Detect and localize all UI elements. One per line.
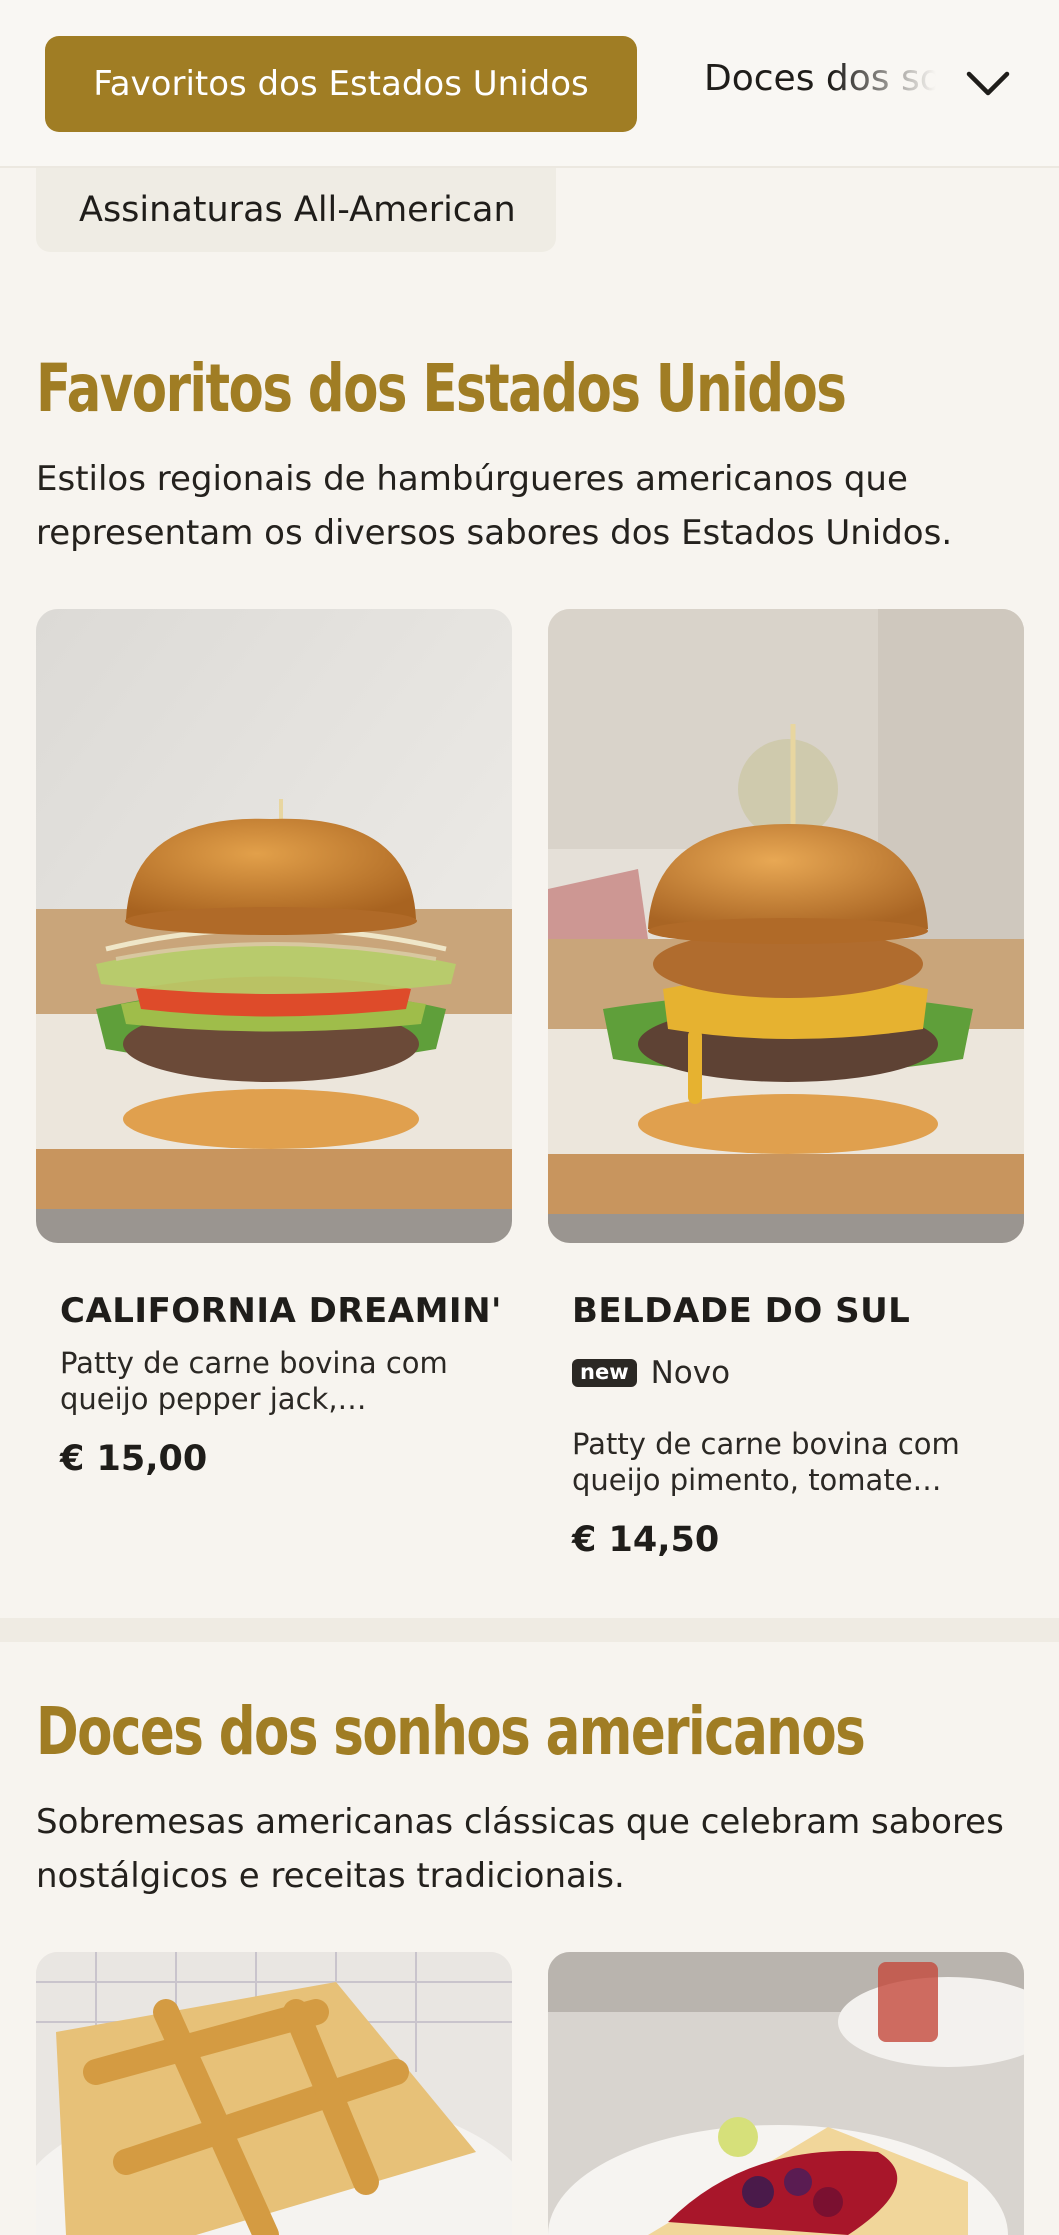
product-name: BELDADE DO SUL [572,1291,911,1331]
product-image [548,1952,1024,2235]
category-tab-second[interactable]: Assinaturas All-American [36,168,556,252]
section-title: Favoritos dos Estados Unidos [36,350,847,427]
new-badge: new [572,1359,637,1387]
section-description: Estilos regionais de hambúrgueres americ… [36,459,953,553]
product-card-beldade-do-sul[interactable]: BELDADE DO SUL new Novo Patty de carne b… [548,609,1024,1589]
product-image [36,1952,512,2235]
product-card-california-dreamin[interactable]: CALIFORNIA DREAMIN' Patty de carne bovin… [36,609,512,1509]
new-badge-row: new Novo [572,1355,730,1391]
category-nav: Favoritos dos Estados Unidos Doces dos s… [0,0,1059,168]
section-divider [0,1618,1059,1642]
product-description: Patty de carne bovina com queijo pepper … [60,1346,448,1416]
product-name: CALIFORNIA DREAMIN' [60,1291,502,1331]
section-description: Sobremesas americanas clássicas que cele… [36,1802,1004,1896]
menu-page: Favoritos dos Estados Unidos Doces dos s… [0,0,1059,2235]
section-title: Doces dos sonhos americanos [36,1693,866,1770]
new-badge-label: Novo [650,1355,731,1391]
product-image [36,609,512,1243]
product-price: € 14,50 [572,1520,720,1560]
product-price: € 15,00 [60,1439,208,1479]
product-card-dessert[interactable] [548,1952,1024,2235]
category-tab-active[interactable]: Favoritos dos Estados Unidos [45,36,637,132]
product-image [548,609,1024,1243]
product-description: Patty de carne bovina com queijo pimento… [572,1427,960,1497]
product-card-dessert[interactable] [36,1952,512,2235]
category-tab-next[interactable]: Doces dos sonhos americanos [704,58,936,110]
chevron-down-icon[interactable] [960,58,1016,110]
